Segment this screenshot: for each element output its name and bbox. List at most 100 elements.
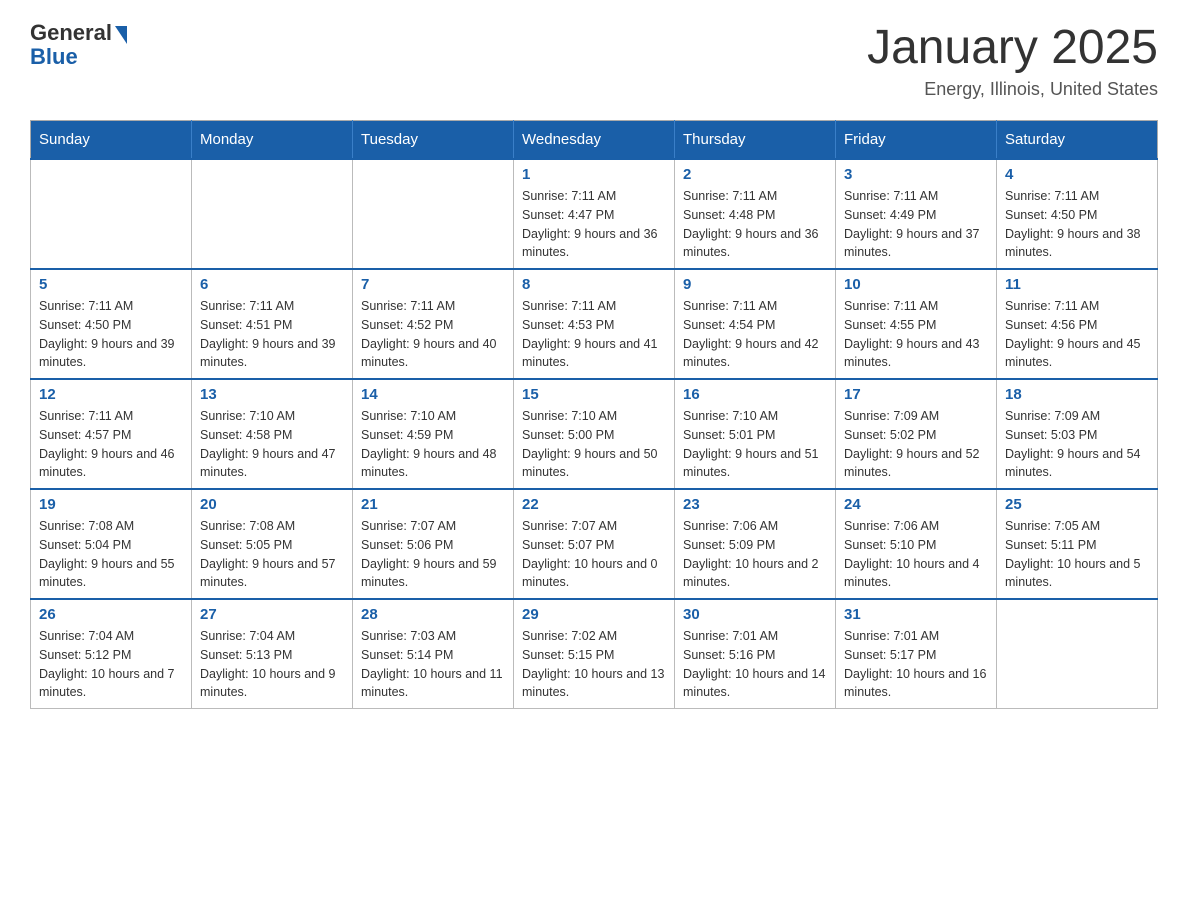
weekday-header-wednesday: Wednesday [514, 121, 675, 160]
calendar-cell: 24Sunrise: 7:06 AMSunset: 5:10 PMDayligh… [836, 489, 997, 599]
day-info: Sunrise: 7:05 AMSunset: 5:11 PMDaylight:… [1005, 517, 1149, 592]
calendar-cell: 14 Sunrise: 7:10 AMSunset: 4:59 PMDayligh… [353, 379, 514, 489]
calendar-cell: 16 Sunrise: 7:10 AMSunset: 5:01 PMDayligh… [675, 379, 836, 489]
day-info: Sunrise: 7:10 AMSunset: 4:59 PMDaylight:… [361, 407, 505, 482]
day-info: Sunrise: 7:10 AMSunset: 5:00 PMDaylight:… [522, 407, 666, 482]
calendar-cell: 21Sunrise: 7:07 AMSunset: 5:06 PMDayligh… [353, 489, 514, 599]
day-info: Sunrise: 7:11 AMSunset: 4:53 PMDaylight:… [522, 297, 666, 372]
day-number: 25 [1005, 496, 1149, 513]
calendar-cell: 13Sunrise: 7:10 AMSunset: 4:58 PMDayligh… [192, 379, 353, 489]
day-info: Sunrise: 7:09 AMSunset: 5:02 PMDaylight:… [844, 407, 988, 482]
calendar-week-row: 26 Sunrise: 7:04 AMSunset: 5:12 PMDayligh… [31, 599, 1158, 709]
calendar-cell: 28 Sunrise: 7:03 AMSunset: 5:14 PMDayligh… [353, 599, 514, 709]
day-number: 16 [683, 386, 827, 403]
calendar-cell: 27Sunrise: 7:04 AMSunset: 5:13 PMDayligh… [192, 599, 353, 709]
calendar-cell: 25 Sunrise: 7:05 AMSunset: 5:11 PMDayligh… [997, 489, 1158, 599]
calendar-week-row: 5Sunrise: 7:11 AMSunset: 4:50 PMDaylight… [31, 269, 1158, 379]
day-number: 3 [844, 166, 988, 183]
calendar-cell [997, 599, 1158, 709]
day-info: Sunrise: 7:11 AMSunset: 4:47 PMDaylight:… [522, 187, 666, 262]
calendar-cell: 19 Sunrise: 7:08 AMSunset: 5:04 PMDayligh… [31, 489, 192, 599]
day-number: 1 [522, 166, 666, 183]
day-info: Sunrise: 7:08 AMSunset: 5:05 PMDaylight:… [200, 517, 344, 592]
month-title: January 2025 [867, 20, 1158, 75]
weekday-header-tuesday: Tuesday [353, 121, 514, 160]
calendar-cell [192, 159, 353, 269]
day-number: 15 [522, 386, 666, 403]
calendar-cell: 26 Sunrise: 7:04 AMSunset: 5:12 PMDayligh… [31, 599, 192, 709]
calendar-cell: 8Sunrise: 7:11 AMSunset: 4:53 PMDaylight… [514, 269, 675, 379]
day-info: Sunrise: 7:04 AMSunset: 5:12 PMDaylight:… [39, 627, 183, 702]
logo-general-text: General [30, 20, 112, 46]
day-info: Sunrise: 7:11 AMSunset: 4:50 PMDaylight:… [39, 297, 183, 372]
logo-blue-text: Blue [30, 44, 78, 70]
calendar-cell: 1 Sunrise: 7:11 AMSunset: 4:47 PMDaylight… [514, 159, 675, 269]
day-number: 7 [361, 276, 505, 293]
day-number: 2 [683, 166, 827, 183]
day-info: Sunrise: 7:11 AMSunset: 4:48 PMDaylight:… [683, 187, 827, 262]
page-header: General Blue January 2025 Energy, Illino… [30, 20, 1158, 100]
calendar-cell: 18 Sunrise: 7:09 AMSunset: 5:03 PMDayligh… [997, 379, 1158, 489]
day-info: Sunrise: 7:11 AMSunset: 4:49 PMDaylight:… [844, 187, 988, 262]
weekday-header-friday: Friday [836, 121, 997, 160]
day-info: Sunrise: 7:09 AMSunset: 5:03 PMDaylight:… [1005, 407, 1149, 482]
calendar-cell: 10 Sunrise: 7:11 AMSunset: 4:55 PMDayligh… [836, 269, 997, 379]
calendar-week-row: 1 Sunrise: 7:11 AMSunset: 4:47 PMDaylight… [31, 159, 1158, 269]
calendar-week-row: 12 Sunrise: 7:11 AMSunset: 4:57 PMDayligh… [31, 379, 1158, 489]
day-number: 17 [844, 386, 988, 403]
calendar-cell: 17 Sunrise: 7:09 AMSunset: 5:02 PMDayligh… [836, 379, 997, 489]
day-info: Sunrise: 7:11 AMSunset: 4:56 PMDaylight:… [1005, 297, 1149, 372]
day-number: 23 [683, 496, 827, 513]
location-title: Energy, Illinois, United States [867, 79, 1158, 100]
day-info: Sunrise: 7:01 AMSunset: 5:17 PMDaylight:… [844, 627, 988, 702]
day-number: 14 [361, 386, 505, 403]
calendar-cell [31, 159, 192, 269]
calendar-cell: 4 Sunrise: 7:11 AMSunset: 4:50 PMDaylight… [997, 159, 1158, 269]
day-number: 9 [683, 276, 827, 293]
weekday-header-saturday: Saturday [997, 121, 1158, 160]
day-number: 26 [39, 606, 183, 623]
day-info: Sunrise: 7:10 AMSunset: 4:58 PMDaylight:… [200, 407, 344, 482]
day-number: 31 [844, 606, 988, 623]
calendar-cell: 5Sunrise: 7:11 AMSunset: 4:50 PMDaylight… [31, 269, 192, 379]
day-info: Sunrise: 7:11 AMSunset: 4:54 PMDaylight:… [683, 297, 827, 372]
weekday-header-sunday: Sunday [31, 121, 192, 160]
day-info: Sunrise: 7:11 AMSunset: 4:55 PMDaylight:… [844, 297, 988, 372]
calendar-cell: 31 Sunrise: 7:01 AMSunset: 5:17 PMDayligh… [836, 599, 997, 709]
day-info: Sunrise: 7:08 AMSunset: 5:04 PMDaylight:… [39, 517, 183, 592]
day-number: 30 [683, 606, 827, 623]
day-number: 19 [39, 496, 183, 513]
calendar-cell: 6Sunrise: 7:11 AMSunset: 4:51 PMDaylight… [192, 269, 353, 379]
day-info: Sunrise: 7:07 AMSunset: 5:07 PMDaylight:… [522, 517, 666, 592]
day-info: Sunrise: 7:02 AMSunset: 5:15 PMDaylight:… [522, 627, 666, 702]
calendar-cell: 22Sunrise: 7:07 AMSunset: 5:07 PMDayligh… [514, 489, 675, 599]
day-number: 4 [1005, 166, 1149, 183]
weekday-header-thursday: Thursday [675, 121, 836, 160]
day-info: Sunrise: 7:11 AMSunset: 4:52 PMDaylight:… [361, 297, 505, 372]
day-number: 27 [200, 606, 344, 623]
calendar-cell: 9 Sunrise: 7:11 AMSunset: 4:54 PMDaylight… [675, 269, 836, 379]
calendar-week-row: 19 Sunrise: 7:08 AMSunset: 5:04 PMDayligh… [31, 489, 1158, 599]
day-number: 18 [1005, 386, 1149, 403]
day-info: Sunrise: 7:10 AMSunset: 5:01 PMDaylight:… [683, 407, 827, 482]
day-number: 24 [844, 496, 988, 513]
calendar-cell: 11 Sunrise: 7:11 AMSunset: 4:56 PMDayligh… [997, 269, 1158, 379]
day-info: Sunrise: 7:11 AMSunset: 4:50 PMDaylight:… [1005, 187, 1149, 262]
title-section: January 2025 Energy, Illinois, United St… [867, 20, 1158, 100]
day-info: Sunrise: 7:07 AMSunset: 5:06 PMDaylight:… [361, 517, 505, 592]
day-info: Sunrise: 7:11 AMSunset: 4:57 PMDaylight:… [39, 407, 183, 482]
day-info: Sunrise: 7:11 AMSunset: 4:51 PMDaylight:… [200, 297, 344, 372]
day-number: 12 [39, 386, 183, 403]
calendar-cell: 29Sunrise: 7:02 AMSunset: 5:15 PMDayligh… [514, 599, 675, 709]
day-number: 11 [1005, 276, 1149, 293]
calendar-cell: 7 Sunrise: 7:11 AMSunset: 4:52 PMDaylight… [353, 269, 514, 379]
day-info: Sunrise: 7:03 AMSunset: 5:14 PMDaylight:… [361, 627, 505, 702]
calendar-cell: 3 Sunrise: 7:11 AMSunset: 4:49 PMDaylight… [836, 159, 997, 269]
day-number: 10 [844, 276, 988, 293]
day-number: 28 [361, 606, 505, 623]
day-info: Sunrise: 7:06 AMSunset: 5:09 PMDaylight:… [683, 517, 827, 592]
calendar-cell: 15 Sunrise: 7:10 AMSunset: 5:00 PMDayligh… [514, 379, 675, 489]
weekday-header-monday: Monday [192, 121, 353, 160]
day-number: 20 [200, 496, 344, 513]
day-info: Sunrise: 7:01 AMSunset: 5:16 PMDaylight:… [683, 627, 827, 702]
